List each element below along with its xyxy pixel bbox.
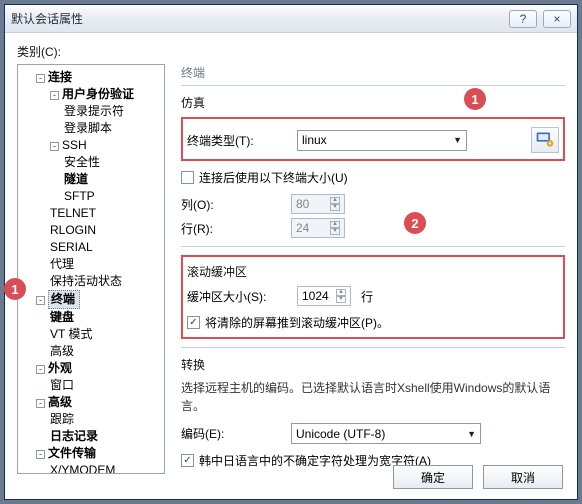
checkbox-icon: ✓ xyxy=(181,454,194,467)
tree-tunnel[interactable]: 隧道 xyxy=(64,172,88,186)
collapse-icon[interactable]: - xyxy=(36,74,45,83)
tree-user-auth[interactable]: 用户身份验证 xyxy=(62,87,134,101)
terminal-type-combo[interactable]: linux ▼ xyxy=(297,130,467,151)
spin-up-icon: ▲ xyxy=(330,197,340,204)
tree-proxy[interactable]: 代理 xyxy=(50,257,74,271)
terminal-settings-button[interactable] xyxy=(531,127,559,153)
buffer-size-unit: 行 xyxy=(361,288,373,305)
push-scrollback-label: 将清除的屏幕推到滚动缓冲区(P)。 xyxy=(205,314,389,331)
encoding-note: 选择远程主机的编码。已选择默认语言时Xshell使用Windows的默认语言。 xyxy=(181,379,565,415)
tree-rlogin[interactable]: RLOGIN xyxy=(50,223,96,237)
tree-keyboard[interactable]: 键盘 xyxy=(50,310,74,324)
tree-keepalive[interactable]: 保持活动状态 xyxy=(50,274,122,288)
tree-trace[interactable]: 跟踪 xyxy=(50,412,74,426)
highlight-box-2: 滚动缓冲区 缓冲区大小(S): 1024 ▲▼ 行 ✓ 将清除的屏幕推到滚动缓冲… xyxy=(181,255,565,339)
tree-sftp[interactable]: SFTP xyxy=(64,189,95,203)
encoding-combo[interactable]: Unicode (UTF-8) ▼ xyxy=(291,423,481,444)
tree-appearance[interactable]: 外观 xyxy=(48,361,72,375)
buffer-size-label: 缓冲区大小(S): xyxy=(187,288,297,305)
tree-vt-mode[interactable]: VT 模式 xyxy=(50,327,92,341)
encoding-label: 编码(E): xyxy=(181,425,291,442)
tree-advanced-terminal[interactable]: 高级 xyxy=(50,344,74,358)
panel-header: 终端 xyxy=(181,64,565,86)
category-tree[interactable]: -连接 -用户身份验证 登录提示符 登录脚本 -SSH xyxy=(17,64,165,474)
collapse-icon[interactable]: - xyxy=(50,91,59,100)
tree-connection[interactable]: 连接 xyxy=(48,70,72,84)
chevron-down-icon: ▼ xyxy=(467,429,476,439)
chevron-down-icon: ▼ xyxy=(453,135,462,145)
tree-serial[interactable]: SERIAL xyxy=(50,240,93,254)
use-term-size-checkbox[interactable]: 连接后使用以下终端大小(U) xyxy=(181,169,348,186)
cols-spinner: 80 ▲▼ xyxy=(291,194,345,214)
help-button[interactable]: ? xyxy=(509,10,537,28)
checkbox-icon: ✓ xyxy=(187,316,200,329)
callout-1: 1 xyxy=(4,278,26,300)
divider xyxy=(181,347,565,348)
collapse-icon[interactable]: - xyxy=(36,450,45,459)
rows-value: 24 xyxy=(296,221,309,235)
collapse-icon[interactable]: - xyxy=(36,399,45,408)
emulation-title: 仿真 xyxy=(181,94,565,111)
encoding-value: Unicode (UTF-8) xyxy=(296,427,385,441)
cols-label: 列(O): xyxy=(181,196,291,213)
callout-2-badge: 2 xyxy=(404,212,426,234)
terminal-type-label: 终端类型(T): xyxy=(187,132,297,149)
tree-xymodem[interactable]: X/YMODEM xyxy=(50,463,115,474)
monitor-gear-icon xyxy=(535,130,555,150)
window-title: 默认会话属性 xyxy=(11,10,503,27)
close-button[interactable]: × xyxy=(543,10,571,28)
ok-button[interactable]: 确定 xyxy=(393,465,473,489)
callout-1-badge: 1 xyxy=(464,88,486,110)
collapse-icon[interactable]: - xyxy=(50,142,59,151)
highlight-box-1: 终端类型(T): linux ▼ xyxy=(181,117,565,161)
spin-up-icon[interactable]: ▲ xyxy=(336,289,346,296)
buffer-size-spinner[interactable]: 1024 ▲▼ xyxy=(297,286,351,306)
spin-up-icon: ▲ xyxy=(330,221,340,228)
divider xyxy=(181,246,565,247)
titlebar: 默认会话属性 ? × xyxy=(5,5,577,33)
tree-ssh[interactable]: SSH xyxy=(62,138,87,152)
push-scrollback-checkbox[interactable]: ✓ 将清除的屏幕推到滚动缓冲区(P)。 xyxy=(187,314,389,331)
tree-telnet[interactable]: TELNET xyxy=(50,206,96,220)
collapse-icon[interactable]: - xyxy=(36,365,45,374)
tree-login-prompt[interactable]: 登录提示符 xyxy=(64,104,124,118)
category-label: 类别(C): xyxy=(17,43,565,60)
tree-file-transfer[interactable]: 文件传输 xyxy=(48,446,96,460)
rows-spinner: 24 ▲▼ xyxy=(291,218,345,238)
cols-value: 80 xyxy=(296,197,309,211)
spin-down-icon: ▼ xyxy=(330,228,340,235)
checkbox-icon xyxy=(181,171,194,184)
rows-label: 行(R): xyxy=(181,220,291,237)
dialog-window: 默认会话属性 ? × 类别(C): -连接 -用户身份验证 登录提示符 xyxy=(4,4,578,500)
collapse-icon[interactable]: - xyxy=(36,296,45,305)
encoding-title: 转换 xyxy=(181,356,565,373)
terminal-type-value: linux xyxy=(302,133,327,147)
tree-security[interactable]: 安全性 xyxy=(64,155,100,169)
tree-window[interactable]: 窗口 xyxy=(50,378,74,392)
tree-advanced[interactable]: 高级 xyxy=(48,395,72,409)
tree-logging[interactable]: 日志记录 xyxy=(50,429,98,443)
use-term-size-label: 连接后使用以下终端大小(U) xyxy=(199,169,348,186)
buffer-size-value: 1024 xyxy=(302,289,329,303)
spin-down-icon: ▼ xyxy=(330,204,340,211)
cancel-button[interactable]: 取消 xyxy=(483,465,563,489)
tree-terminal[interactable]: 终端 xyxy=(48,290,80,309)
spin-down-icon[interactable]: ▼ xyxy=(336,296,346,303)
scrollback-title: 滚动缓冲区 xyxy=(187,263,559,280)
tree-login-script[interactable]: 登录脚本 xyxy=(64,121,112,135)
